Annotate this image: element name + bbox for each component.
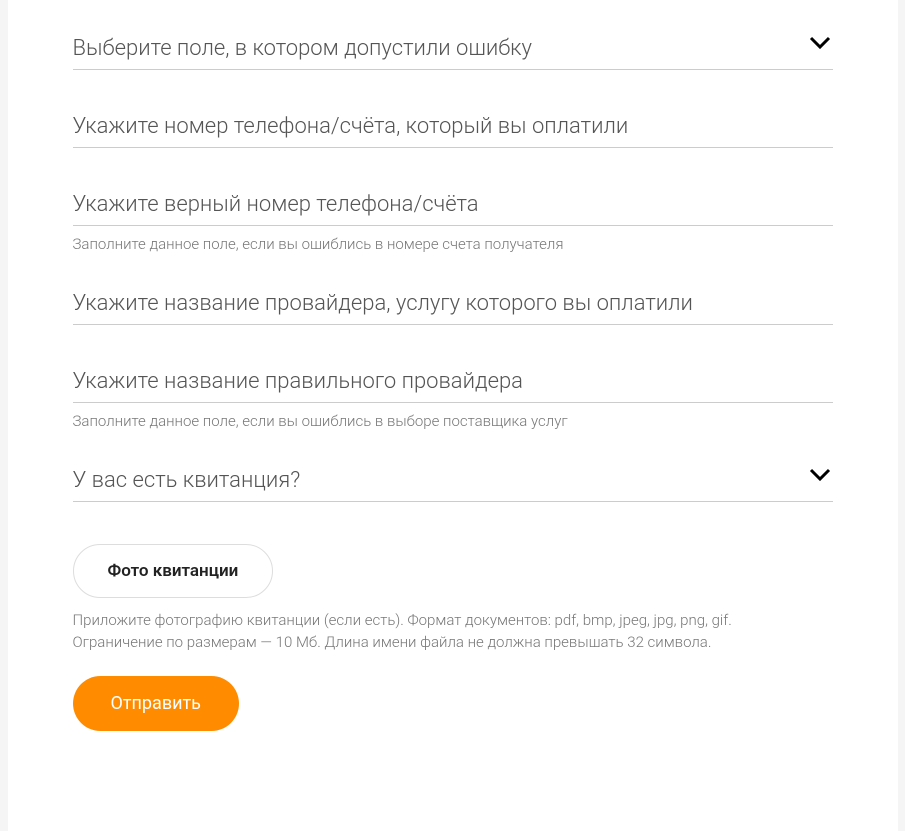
paid-phone-group (73, 108, 833, 148)
has-receipt-group: У вас есть квитанция? (73, 462, 833, 502)
correct-provider-input[interactable] (73, 363, 833, 403)
paid-provider-group (73, 285, 833, 325)
paid-phone-input[interactable] (73, 108, 833, 148)
error-field-group: Выберите поле, в котором допустили ошибк… (73, 30, 833, 70)
chevron-down-icon (809, 468, 831, 482)
correct-phone-helper: Заполните данное поле, если вы ошиблись … (73, 234, 833, 255)
chevron-down-icon (809, 36, 831, 50)
upload-receipt-button[interactable]: Фото квитанции (73, 544, 274, 598)
correct-provider-helper: Заполните данное поле, если вы ошиблись … (73, 411, 833, 432)
submit-button[interactable]: Отправить (73, 676, 239, 731)
upload-section: Фото квитанции Приложите фотографию квит… (73, 544, 833, 731)
form-container: Выберите поле, в котором допустили ошибк… (8, 0, 898, 831)
has-receipt-select[interactable]: У вас есть квитанция? (73, 462, 833, 502)
upload-helper-text: Приложите фотографию квитанции (если ест… (73, 610, 823, 654)
paid-provider-input[interactable] (73, 285, 833, 325)
error-field-label: Выберите поле, в котором допустили ошибк… (73, 36, 833, 61)
has-receipt-label: У вас есть квитанция? (73, 468, 833, 493)
correct-phone-input[interactable] (73, 186, 833, 226)
correct-phone-group: Заполните данное поле, если вы ошиблись … (73, 186, 833, 255)
error-field-select[interactable]: Выберите поле, в котором допустили ошибк… (73, 30, 833, 70)
correct-provider-group: Заполните данное поле, если вы ошиблись … (73, 363, 833, 432)
